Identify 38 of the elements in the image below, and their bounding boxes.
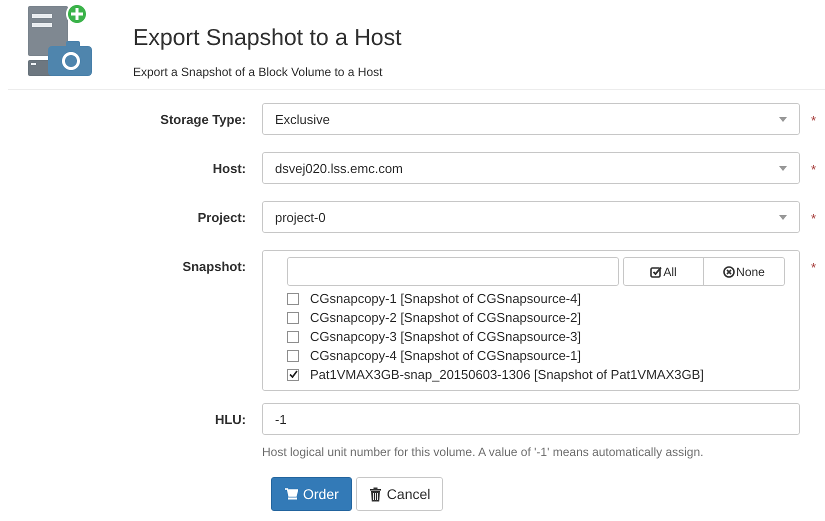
order-button[interactable]: Order	[271, 477, 352, 511]
cart-icon	[284, 487, 298, 501]
snapshot-option[interactable]: CGsnapcopy-3 [Snapshot of CGSnapsource-3]	[310, 329, 581, 344]
checkbox[interactable]	[287, 292, 299, 304]
checkbox[interactable]	[287, 368, 299, 380]
field-label: Snapshot:	[182, 258, 246, 274]
page-subtitle: Export a Snapshot of a Block Volume to a Host	[133, 65, 384, 79]
snapshot-option[interactable]: CGsnapcopy-2 [Snapshot of CGSnapsource-2]	[310, 310, 581, 325]
input-field[interactable]: -1	[262, 403, 800, 435]
snapshot-option[interactable]: CGsnapcopy-1 [Snapshot of CGSnapsource-4]	[310, 291, 581, 306]
select-field[interactable]: Exclusive	[262, 103, 800, 135]
checkbox[interactable]	[287, 350, 299, 362]
field-label: Storage Type:	[160, 111, 246, 127]
help-text: Host logical unit number for this volume. A value of '-1' means automatically assign.	[262, 445, 704, 459]
trash-icon	[368, 486, 382, 502]
required-mark: *	[811, 259, 816, 275]
caret-icon	[779, 166, 787, 170]
field-label: Host:	[212, 160, 246, 176]
circle-x-icon	[723, 266, 736, 278]
select-field[interactable]: dsvej020.lss.emc.com	[262, 152, 800, 184]
snapshot-option[interactable]: CGsnapcopy-4 [Snapshot of CGSnapsource-1]	[310, 348, 581, 363]
field-label: Project:	[198, 209, 246, 225]
filter-field[interactable]	[287, 257, 619, 286]
select-none-button[interactable]: None	[704, 257, 785, 286]
required-mark: *	[811, 112, 816, 128]
select-field[interactable]: project-0	[262, 201, 800, 233]
checkbox[interactable]	[287, 330, 299, 342]
field-label: HLU:	[214, 411, 246, 427]
select-all-button[interactable]: All	[623, 257, 704, 286]
caret-icon	[779, 116, 787, 122]
checkbox[interactable]	[287, 312, 299, 324]
cancel-button[interactable]: Cancel	[356, 477, 444, 511]
required-mark: *	[811, 161, 816, 177]
page-title: Export Snapshot to a Host	[133, 24, 402, 51]
snapshot-option[interactable]: Pat1VMAX3GB-snap_20150603-1306 [Snapshot of Pat1VMAX3GB]	[310, 367, 704, 382]
caret-icon	[779, 214, 787, 220]
check-all-icon	[650, 266, 662, 278]
required-mark: *	[811, 210, 816, 226]
